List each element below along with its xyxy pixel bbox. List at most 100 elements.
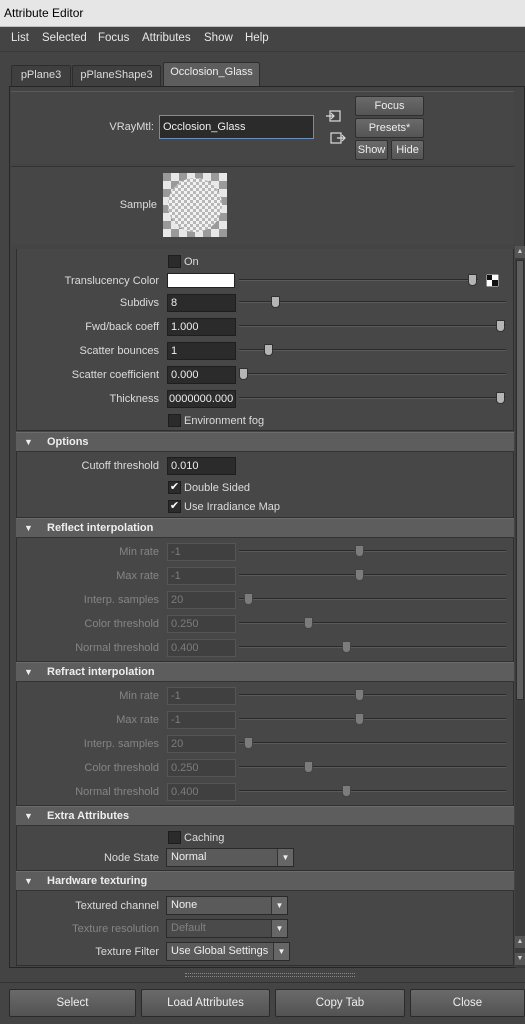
menu-selected[interactable]: Selected [42,32,87,44]
scroll-up-arrow-icon[interactable]: ▲ [515,246,525,258]
refract-max-rate-slider[interactable] [239,718,506,720]
textured-channel-dropdown[interactable]: None ▼ [166,896,288,915]
menu-bar: List Selected Focus Attributes Show Help [0,27,525,52]
caching-label: Caching [184,832,225,844]
scatter-bounces-label: Scatter bounces [79,345,160,357]
fwd-back-thumb[interactable] [496,320,505,332]
show-button[interactable]: Show [355,140,388,160]
refract-normal-thr-slider[interactable] [239,790,506,792]
node-name-field[interactable]: Occlosion_Glass [159,115,314,139]
reflect-min-rate-slider[interactable] [239,550,506,552]
refract-interp-slider[interactable] [239,742,506,744]
reflect-color-thr-field[interactable]: 0.250 [167,615,236,633]
reflect-normal-thr-label: Normal threshold [75,642,159,654]
output-connection-icon[interactable] [329,130,349,146]
reflect-min-rate-thumb[interactable] [355,545,364,557]
refract-min-rate-field[interactable]: -1 [167,687,236,705]
tab-pplaneshape3[interactable]: pPlaneShape3 [72,65,161,86]
menu-focus[interactable]: Focus [98,32,129,44]
reflect-normal-thr-slider[interactable] [239,646,506,648]
textured-channel-label: Textured channel [75,900,159,912]
reflect-min-rate-field[interactable]: -1 [167,543,236,561]
double-sided-checkbox[interactable]: ✔ [168,481,181,494]
refract-normal-thr-field[interactable]: 0.400 [167,783,236,801]
select-button[interactable]: Select [9,989,136,1017]
fwd-back-slider[interactable] [239,325,506,327]
options-section-header[interactable]: ▼ Options [16,432,514,452]
environment-fog-checkbox[interactable] [168,414,181,427]
scatter-coeff-field[interactable]: 0.000 [167,366,236,384]
refract-color-thr-thumb[interactable] [304,761,313,773]
reflect-max-rate-slider[interactable] [239,574,506,576]
window-title: Attribute Editor [0,0,525,27]
refract-normal-thr-thumb[interactable] [342,785,351,797]
refract-section-header[interactable]: ▼ Refract interpolation [16,662,514,682]
translucency-color-thumb[interactable] [468,274,477,286]
reflect-normal-thr-thumb[interactable] [342,641,351,653]
map-button-icon[interactable] [486,274,499,287]
close-button[interactable]: Close [410,989,525,1017]
hw-title: Hardware texturing [47,875,148,887]
reflect-normal-thr-field[interactable]: 0.400 [167,639,236,657]
node-state-value: Normal [171,851,207,863]
refract-max-rate-field[interactable]: -1 [167,711,236,729]
refract-min-rate-slider[interactable] [239,694,506,696]
menu-help[interactable]: Help [245,32,269,44]
tab-occlosion-glass[interactable]: Occlosion_Glass [163,62,260,86]
chevron-down-icon: ▼ [271,920,287,937]
reflect-max-rate-field[interactable]: -1 [167,567,236,585]
hide-button[interactable]: Hide [391,140,424,160]
thickness-field[interactable]: 0000000.000 [167,390,236,408]
scrollbar-thumb[interactable] [516,260,524,700]
scroll-up-arrow-icon[interactable]: ▲ [515,936,525,948]
translucency-color-swatch[interactable] [167,273,235,288]
presets-button[interactable]: Presets* [355,118,424,138]
refract-min-rate-label: Min rate [119,690,159,702]
refract-max-rate-thumb[interactable] [355,713,364,725]
reflect-color-thr-slider[interactable] [239,622,506,624]
refract-color-thr-field[interactable]: 0.250 [167,759,236,777]
texture-filter-dropdown[interactable]: Use Global Settings ▼ [166,942,290,961]
thickness-thumb[interactable] [496,392,505,404]
scatter-coeff-slider[interactable] [239,373,506,375]
cutoff-field[interactable]: 0.010 [167,457,236,475]
texture-resolution-dropdown[interactable]: Default ▼ [166,919,288,938]
input-connection-icon[interactable] [324,108,344,124]
subdivs-field[interactable]: 8 [167,294,236,312]
subdivs-thumb[interactable] [271,296,280,308]
scatter-bounces-field[interactable]: 1 [167,342,236,360]
scroll-down-arrow-icon[interactable]: ▼ [515,953,525,965]
menu-attributes[interactable]: Attributes [142,32,191,44]
tab-pplane3[interactable]: pPlane3 [11,65,71,86]
reflect-interp-thumb[interactable] [244,593,253,605]
on-checkbox[interactable] [168,255,181,268]
menu-list[interactable]: List [11,32,29,44]
copy-tab-button[interactable]: Copy Tab [275,989,405,1017]
scatter-bounces-thumb[interactable] [264,344,273,356]
focus-button[interactable]: Focus [355,96,424,116]
refract-min-rate-thumb[interactable] [355,689,364,701]
load-attributes-button[interactable]: Load Attributes [141,989,270,1017]
reflect-interp-slider[interactable] [239,598,506,600]
caching-checkbox[interactable] [168,831,181,844]
refract-interp-field[interactable]: 20 [167,735,236,753]
hardware-texturing-header[interactable]: ▼ Hardware texturing [16,871,514,891]
thickness-slider[interactable] [239,397,506,399]
refract-interp-thumb[interactable] [244,737,253,749]
translucency-color-slider[interactable] [239,279,478,281]
refract-color-thr-slider[interactable] [239,766,506,768]
reflect-color-thr-thumb[interactable] [304,617,313,629]
reflect-max-rate-thumb[interactable] [355,569,364,581]
vertical-scrollbar[interactable]: ▲ ▲ ▼ [515,246,525,968]
pane-resize-handle[interactable] [185,973,355,977]
scatter-coeff-thumb[interactable] [239,368,248,380]
extra-attributes-header[interactable]: ▼ Extra Attributes [16,806,514,826]
scatter-bounces-slider[interactable] [239,349,506,351]
menu-show[interactable]: Show [204,32,233,44]
material-swatch [163,173,227,237]
fwd-back-field[interactable]: 1.000 [167,318,236,336]
reflect-section-header[interactable]: ▼ Reflect interpolation [16,518,514,538]
node-state-dropdown[interactable]: Normal ▼ [166,848,294,867]
reflect-interp-field[interactable]: 20 [167,591,236,609]
use-irradiance-checkbox[interactable]: ✔ [168,500,181,513]
